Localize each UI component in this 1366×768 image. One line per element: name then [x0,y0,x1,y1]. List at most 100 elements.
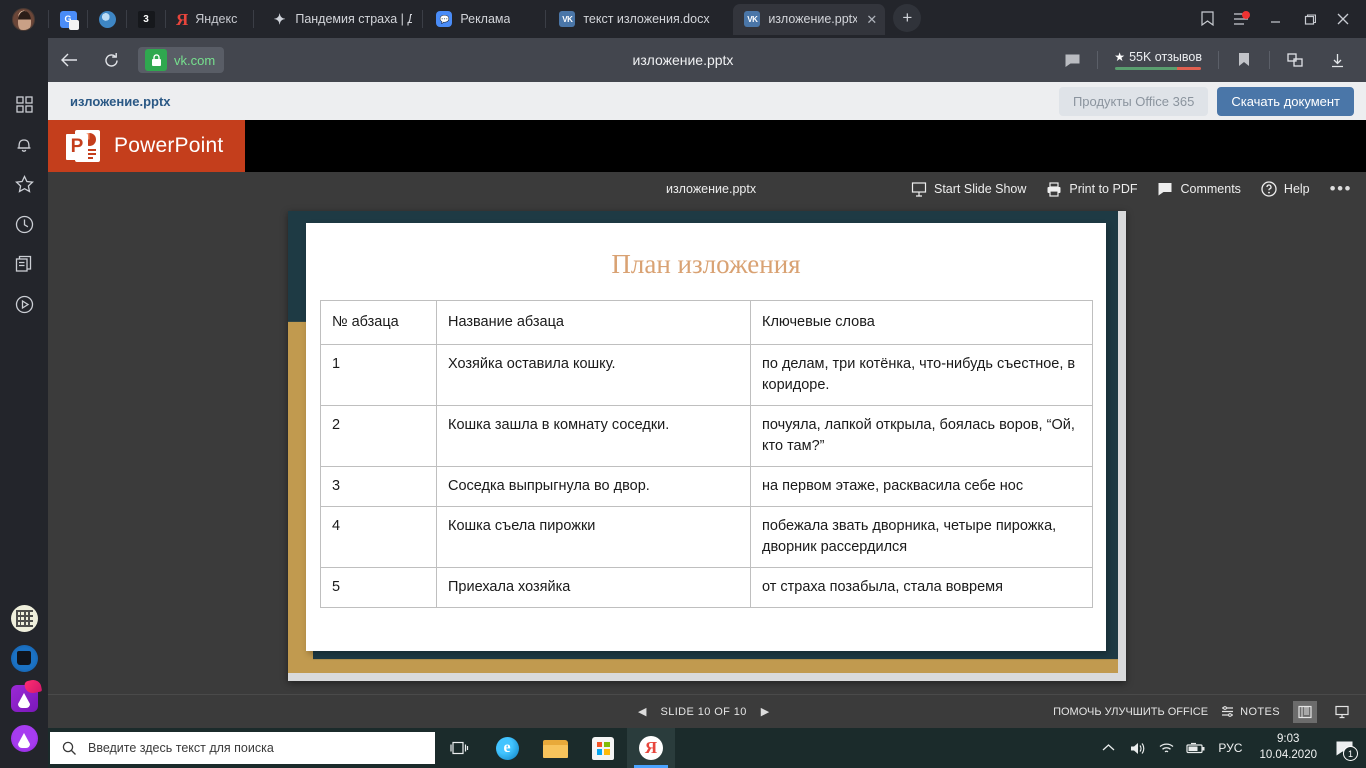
previous-slide-button[interactable]: ◀ [638,705,646,718]
tab-pandemia[interactable]: ✦ Пандемия страха | Дне [260,4,420,35]
file-explorer-icon [542,738,568,758]
microsoft-store-icon [592,736,614,760]
plan-table: № абзаца Название абзаца Ключевые слова 1 Хо… [320,299,1093,609]
wifi-button[interactable] [1152,728,1181,768]
notification-center-button[interactable]: 1 [1326,728,1362,768]
download-document-button[interactable]: Скачать документ [1217,86,1354,116]
back-button[interactable] [48,38,90,82]
divider [1269,51,1270,69]
star-icon[interactable] [4,164,44,204]
reload-button[interactable] [90,38,132,82]
screen: G 3 Я Яндекс ✦ Пандемия страха | Дне 💬 Р… [0,0,1366,768]
tab-izlozhenie-pptx[interactable]: VK изложение.pptx ✕ [733,3,886,35]
omnibox[interactable]: vk.com [138,47,225,73]
more-options-button[interactable]: ••• [1330,179,1356,199]
table-cell: Кошка съела пирожки [436,506,751,569]
powerpoint-logo-icon: P [66,129,100,163]
tab-reklama[interactable]: 💬 Реклама [425,4,543,35]
rating-label: 55K отзывов [1129,50,1202,64]
history-clock-icon[interactable] [4,204,44,244]
notes-button[interactable]: NOTES [1221,705,1280,718]
microsoft-store-button[interactable] [579,728,627,768]
task-view-button[interactable] [435,728,483,768]
powerpoint-brand: P PowerPoint [48,120,245,172]
table-row: 2 Кошка зашла в комнату соседки. почуяла, … [320,405,1093,468]
toolbar-label: Start Slide Show [933,182,1027,196]
browser-menu-icon[interactable] [1224,0,1258,38]
edge-icon: e [495,736,519,760]
yandex-browser-icon: Я [639,736,663,760]
purple-app-icon[interactable] [4,718,44,758]
comment-icon[interactable] [1051,38,1093,82]
improve-office-link[interactable]: ПОМОЧЬ УЛУЧШИТЬ OFFICE [1053,706,1208,718]
minimize-window-button[interactable] [1258,0,1292,38]
blue-app-icon[interactable] [4,638,44,678]
site-rating[interactable]: ★ 55K отзывов [1114,50,1202,70]
pinned-globe[interactable] [90,0,124,38]
table-cell: 1 [320,344,437,407]
notification-dot [1241,11,1250,19]
printer-icon [1047,181,1061,197]
table-cell: побежала звать дворника, четыре пирожка,… [750,506,1093,569]
bookmark-icon[interactable] [1223,38,1265,82]
show-hidden-icons-button[interactable] [1094,728,1123,768]
close-window-button[interactable] [1326,0,1360,38]
extensions-icon[interactable] [1274,38,1316,82]
magenta-app-icon[interactable] [4,678,44,718]
table-row: 4 Кошка съела пирожки побежала звать дворн… [320,506,1093,569]
slide[interactable]: План изложения № абзаца Название абзаца Кл… [288,211,1118,673]
toolbar-label: Print to PDF [1069,182,1138,196]
pinned-google-translate[interactable]: G [51,0,85,38]
edge-button[interactable]: e [483,728,531,768]
apps-grid-icon[interactable] [4,84,44,124]
message-icon: 💬 [436,11,453,27]
new-tab-button[interactable]: + [893,4,922,32]
comments-button[interactable]: Comments [1157,182,1241,196]
chevron-up-icon [1102,744,1115,751]
taskbar-search-input[interactable]: Введите здесь текст для поиска [50,732,435,764]
help-button[interactable]: Help [1261,181,1310,197]
divider [253,10,255,28]
close-tab-icon[interactable]: ✕ [866,13,877,26]
documents-icon[interactable] [4,244,44,284]
volume-button[interactable] [1123,728,1152,768]
print-to-pdf-button[interactable]: Print to PDF [1046,181,1138,197]
pinned-tab-yandex[interactable]: Я Яндекс [168,0,243,38]
next-slide-button[interactable]: ▶ [761,705,769,718]
qr-code-app-icon[interactable] [4,598,44,638]
pinned-counter[interactable]: 3 [129,0,163,38]
clock-date: 10.04.2020 [1259,749,1317,761]
powerpoint-brand-bar: P PowerPoint [48,120,1366,172]
help-icon [1261,181,1277,197]
powerpoint-viewer: P PowerPoint изложение.pptx Start Slide … [48,120,1366,728]
clock-time: 9:03 [1277,733,1300,746]
bell-icon[interactable] [4,124,44,164]
language-indicator[interactable]: РУС [1210,741,1250,755]
user-avatar[interactable] [0,0,46,38]
table-header-cell: Ключевые слова [750,299,1093,346]
search-icon [62,741,76,755]
slide-title: План изложения [611,249,801,279]
table-cell: 3 [320,466,437,508]
battery-button[interactable] [1181,728,1210,768]
tab-tekst-izlozheniya-docx[interactable]: VK текст изложения.docx [548,4,733,35]
yandex-browser-button[interactable]: Я [627,728,675,768]
divider [545,10,547,28]
bookmark-manager-icon[interactable] [1190,0,1224,38]
reading-view-button[interactable] [1293,700,1317,723]
play-circle-icon[interactable] [4,284,44,324]
battery-icon [1186,742,1205,753]
maximize-window-button[interactable] [1292,0,1326,38]
tab-label: Пандемия страха | Дне [295,12,413,26]
vk-icon: VK [744,11,761,27]
globe-icon [98,10,116,28]
badge-icon: 3 [137,10,155,28]
file-explorer-button[interactable] [531,728,579,768]
download-icon[interactable] [1316,38,1358,82]
start-slide-show-button[interactable]: Start Slide Show [911,181,1027,197]
slideshow-view-button[interactable] [1330,701,1354,723]
table-header-row: № абзаца Название абзаца Ключевые слова [320,299,1093,346]
clock[interactable]: 9:03 10.04.2020 [1250,732,1326,763]
office-products-button[interactable]: Продукты Office 365 [1058,86,1209,116]
table-cell: Приехала хозяйка [436,567,751,609]
